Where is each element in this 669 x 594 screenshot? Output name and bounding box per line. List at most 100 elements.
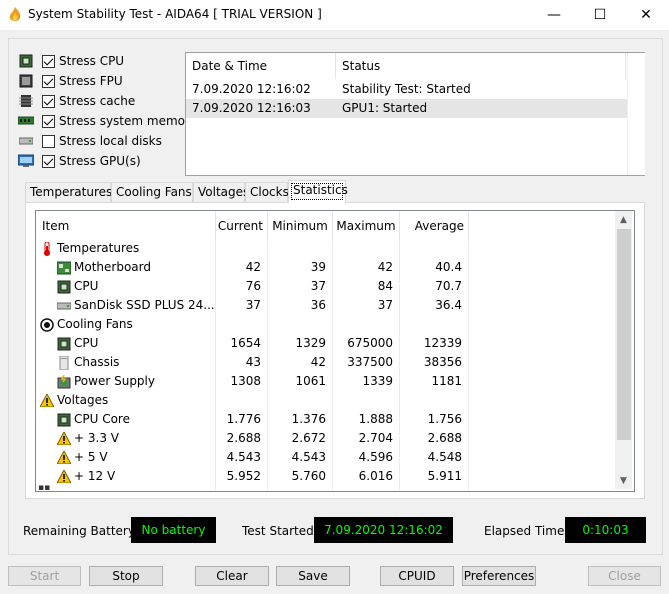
log-header-status[interactable]: Status (336, 53, 626, 79)
scroll-down-arrow-icon[interactable]: ▼ (615, 474, 632, 488)
stats-header-minimum[interactable]: Minimum (268, 211, 333, 241)
stats-average-value: 70.7 (400, 277, 469, 296)
stress-option[interactable]: Stress cache (18, 92, 135, 110)
tab-statistics[interactable]: Statistics (288, 180, 348, 203)
log-header-datetime[interactable]: Date & Time (186, 53, 336, 79)
stats-minimum-value: 2.672 (268, 429, 333, 448)
clear-button[interactable]: Clear (195, 566, 269, 586)
stats-item-name: + 5 V (74, 450, 108, 464)
stats-header-maximum[interactable]: Maximum (333, 211, 400, 241)
scroll-thumb[interactable] (617, 229, 631, 440)
stats-maximum-value: 337500 (333, 353, 400, 372)
save-button[interactable]: Save (276, 566, 350, 586)
scroll-up-arrow-icon[interactable]: ▲ (615, 213, 632, 227)
log-datetime: 7.09.2020 12:16:03 (192, 101, 311, 115)
cache-icon (18, 94, 34, 108)
stats-average-value: 36.4 (400, 296, 469, 315)
tab-cooling-fans[interactable]: Cooling Fans (111, 182, 193, 202)
stress-option[interactable]: Stress FPU (18, 72, 123, 90)
stats-maximum-value: 2.704 (333, 429, 400, 448)
stats-row[interactable]: CPU Core 1.776 1.376 1.888 1.756 (36, 410, 618, 429)
stats-item-name: CPU (74, 336, 99, 350)
stats-maximum-value: 4.596 (333, 448, 400, 467)
stats-minimum-value: 42 (268, 353, 333, 372)
log-row[interactable]: 7.09.2020 12:16:02 Stability Test: Starte… (186, 80, 627, 99)
warning-icon (57, 432, 71, 446)
minimize-button[interactable]: — (531, 0, 577, 30)
stats-row[interactable]: CPU 1654 1329 675000 12339 (36, 334, 618, 353)
memory-icon (18, 114, 34, 128)
tab-voltages[interactable]: Voltages (193, 182, 249, 202)
stress-option-label[interactable]: Stress FPU (59, 74, 123, 88)
stats-row[interactable]: CPU 76 37 84 70.7 (36, 277, 618, 296)
tab-clocks[interactable]: Clocks (245, 182, 289, 202)
stress-checkbox[interactable] (42, 154, 55, 168)
stats-item-name: Motherboard (74, 260, 151, 274)
stats-minimum-value: 36 (268, 296, 333, 315)
stats-current-value: 4.543 (216, 448, 268, 467)
log-scrollbar[interactable] (627, 53, 645, 175)
stress-option-label[interactable]: Stress system memory (59, 114, 197, 128)
stats-row[interactable]: + 3.3 V 2.688 2.672 2.704 2.688 (36, 429, 618, 448)
stop-button[interactable]: Stop (89, 566, 163, 586)
stress-checkbox[interactable] (42, 54, 55, 68)
statistics-grid[interactable]: Item Current Minimum Maximum Average Tem… (35, 210, 635, 492)
disk-icon (18, 134, 34, 148)
stats-minimum-value: 39 (268, 258, 333, 277)
stress-option[interactable]: Stress GPU(s) (18, 152, 141, 170)
clipped-row-fragment: ▪▪ (38, 485, 51, 491)
stress-option-label[interactable]: Stress local disks (59, 134, 162, 148)
stats-header-average[interactable]: Average (400, 211, 469, 241)
fan-icon (40, 317, 54, 332)
stats-average-value: 4.548 (400, 448, 469, 467)
stress-checkbox[interactable] (42, 94, 55, 108)
gpu-icon (18, 154, 34, 168)
stats-header-current[interactable]: Current (216, 211, 268, 241)
cpu-icon (57, 413, 71, 427)
preferences-button[interactable]: Preferences (462, 566, 536, 586)
stress-checkbox[interactable] (42, 134, 55, 148)
stats-maximum-value: 675000 (333, 334, 400, 353)
maximize-button[interactable]: ☐ (577, 0, 623, 30)
cpuid-button[interactable]: CPUID (380, 566, 454, 586)
stats-header-item[interactable]: Item (36, 211, 216, 241)
column-divider (468, 241, 469, 491)
thermometer-icon (40, 241, 54, 256)
stats-current-value: 76 (216, 277, 268, 296)
close-window-button[interactable]: ✕ (623, 0, 669, 30)
column-divider (399, 241, 400, 491)
stress-option-label[interactable]: Stress cache (59, 94, 135, 108)
stats-item-name: Power Supply (74, 374, 155, 388)
stats-item-name: + 12 V (74, 469, 116, 483)
stats-current-value: 37 (216, 296, 268, 315)
tab-temperatures[interactable]: Temperatures (25, 182, 112, 202)
stress-option[interactable]: Stress local disks (18, 132, 162, 150)
stats-row[interactable]: Motherboard 42 39 42 40.4 (36, 258, 618, 277)
stats-group-row[interactable]: Voltages (36, 391, 618, 410)
battery-value: No battery (131, 517, 216, 543)
stats-row[interactable]: Power Supply 1308 1061 1339 1181 (36, 372, 618, 391)
stats-row[interactable]: SanDisk SSD PLUS 24... 37 36 37 36.4 (36, 296, 618, 315)
stats-maximum-value: 6.016 (333, 467, 400, 486)
close-button[interactable]: Close (588, 566, 661, 586)
elapsed-time-label: Elapsed Time: (484, 524, 569, 538)
status-log-table[interactable]: Date & Time Status 7.09.2020 12:16:02 Sta… (185, 52, 645, 176)
stress-option-label[interactable]: Stress CPU (59, 54, 124, 68)
stress-option[interactable]: Stress CPU (18, 52, 124, 70)
stats-group-row[interactable]: Temperatures (36, 239, 618, 258)
stats-average-value: 40.4 (400, 258, 469, 277)
stress-checkbox[interactable] (42, 114, 55, 128)
disk-icon (57, 299, 71, 313)
start-button[interactable]: Start (8, 566, 81, 586)
window-title: System Stability Test - AIDA64 [ TRIAL V… (28, 7, 322, 21)
stats-group-row[interactable]: Cooling Fans (36, 315, 618, 334)
stats-row[interactable]: Chassis 43 42 337500 38356 (36, 353, 618, 372)
stress-option[interactable]: Stress system memory (18, 112, 197, 130)
log-row[interactable]: 7.09.2020 12:16:03 GPU1: Started (186, 99, 627, 118)
stats-maximum-value: 1.888 (333, 410, 400, 429)
stats-row[interactable]: + 5 V 4.543 4.543 4.596 4.548 (36, 448, 618, 467)
stats-row[interactable]: + 12 V 5.952 5.760 6.016 5.911 (36, 467, 618, 486)
stress-checkbox[interactable] (42, 74, 55, 88)
column-divider (267, 241, 268, 491)
stress-option-label[interactable]: Stress GPU(s) (59, 154, 141, 168)
